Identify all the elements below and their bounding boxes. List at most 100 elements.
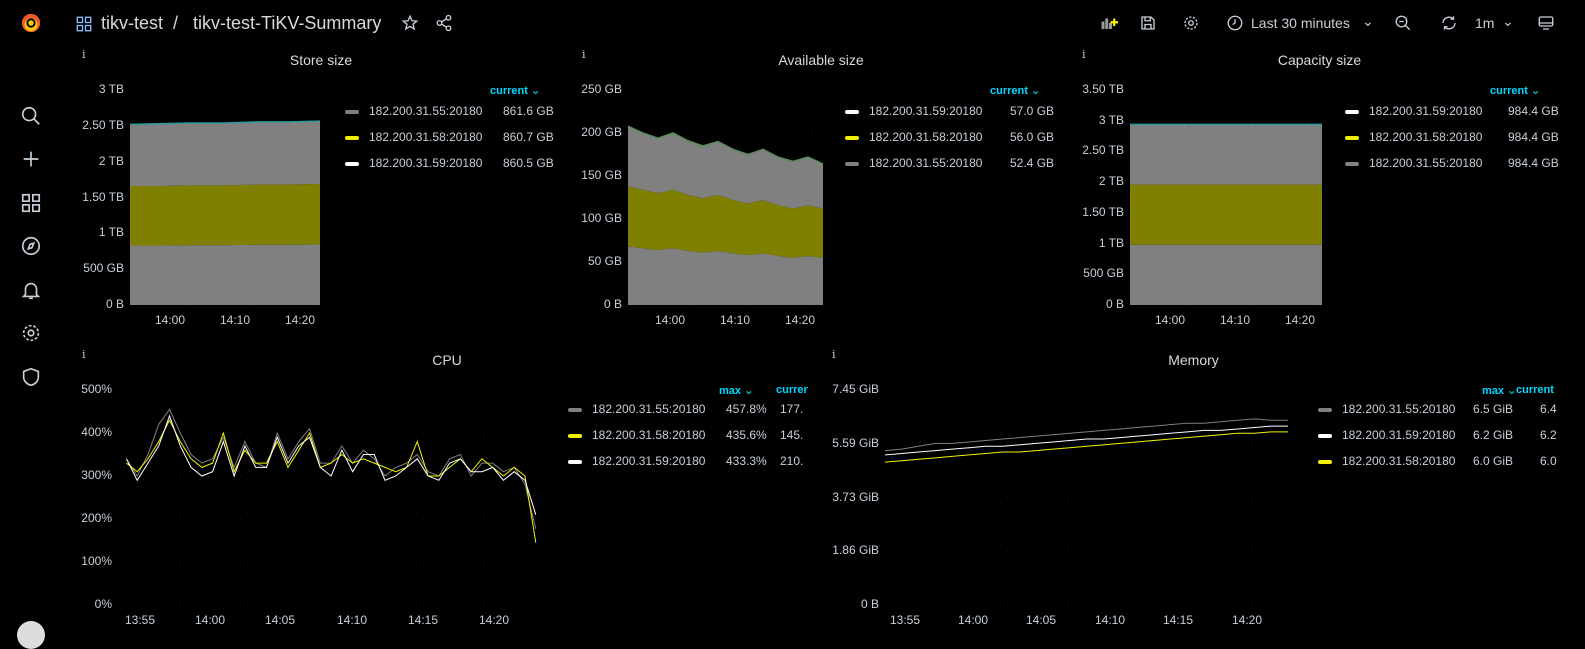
legend-header-current[interactable]: current	[776, 384, 808, 396]
legend-sort-header[interactable]: current ⌄	[490, 84, 540, 97]
chevron-down-icon[interactable]: ⌄	[1362, 13, 1374, 30]
legend-series-name: 182.200.31.55:20180	[1369, 156, 1483, 170]
panel-title[interactable]: Capacity size	[1072, 52, 1567, 68]
line-series	[884, 431, 1289, 463]
breadcrumb-separator: /	[173, 13, 179, 33]
add-panel-icon[interactable]	[1100, 14, 1120, 34]
refresh-interval-picker[interactable]: 1m	[1475, 15, 1494, 31]
share-icon[interactable]	[435, 14, 455, 34]
panel-title[interactable]: Store size	[72, 52, 570, 68]
cpu-chart[interactable]	[118, 390, 540, 606]
gear-icon[interactable]	[18, 320, 44, 346]
zoom-out-icon[interactable]	[1394, 14, 1414, 34]
legend-item[interactable]: 182.200.31.58:20180	[345, 130, 482, 144]
legend-current-value: 6.4	[1540, 402, 1557, 416]
y-tick-label: 1.86 GiB	[832, 543, 879, 558]
x-tick-label: 14:05	[1025, 613, 1057, 627]
y-tick-label: 3.50 TB	[1082, 82, 1124, 96]
legend-series-name: 182.200.31.55:20180	[869, 156, 983, 170]
chevron-down-icon[interactable]: ⌄	[741, 385, 753, 397]
info-icon[interactable]: i	[832, 348, 836, 361]
x-tick-label: 13:55	[124, 613, 156, 627]
legend-value: 57.0 GB	[1010, 104, 1055, 118]
explore-icon[interactable]	[18, 233, 44, 259]
plus-icon[interactable]	[18, 146, 44, 172]
y-tick-label: 500%	[81, 382, 112, 396]
x-tick-label: 14:10	[336, 613, 368, 627]
dashboards-icon[interactable]	[18, 190, 44, 216]
page-title[interactable]: tikv-test-TiKV-Summary	[193, 13, 381, 34]
legend-header-current[interactable]: current	[1516, 384, 1560, 396]
legend-sort-header[interactable]: max ⌄	[719, 384, 753, 397]
time-range-picker[interactable]: Last 30 minutes	[1251, 15, 1350, 31]
legend-item[interactable]: 182.200.31.55:20180	[345, 104, 482, 118]
legend-item[interactable]: 182.200.31.59:20180	[568, 454, 705, 468]
legend-item[interactable]: 182.200.31.55:20180	[845, 156, 982, 170]
legend-swatch	[345, 109, 359, 114]
y-tick-label: 200 GB	[581, 125, 622, 139]
store-chart[interactable]	[129, 90, 321, 306]
x-tick-label: 14:00	[957, 613, 989, 627]
search-icon[interactable]	[18, 103, 44, 129]
mem-chart[interactable]	[884, 390, 1295, 606]
panel-title[interactable]: Available size	[572, 52, 1070, 68]
grafana-logo[interactable]	[18, 10, 44, 36]
legend-series-name: 182.200.31.59:20180	[592, 454, 706, 468]
legend-swatch	[1318, 459, 1332, 464]
chevron-down-icon[interactable]: ⌄	[1028, 85, 1040, 97]
legend-sort-header[interactable]: max ⌄	[1482, 384, 1516, 397]
info-icon[interactable]: i	[82, 348, 86, 361]
legend-sort-header[interactable]: current ⌄	[1490, 84, 1540, 97]
info-icon[interactable]: i	[582, 48, 586, 61]
legend-item[interactable]: 182.200.31.55:20180	[568, 402, 705, 416]
legend-item[interactable]: 182.200.31.58:20180	[845, 130, 982, 144]
legend-value: 861.6 GB	[503, 104, 554, 118]
legend-item[interactable]: 182.200.31.59:20180	[1318, 428, 1455, 442]
legend-item[interactable]: 182.200.31.59:20180	[345, 156, 482, 170]
chevron-down-icon[interactable]: ⌄	[1502, 13, 1514, 30]
legend-value: 984.4 GB	[1508, 104, 1559, 118]
info-icon[interactable]: i	[1082, 48, 1086, 61]
chevron-down-icon[interactable]: ⌄	[528, 85, 540, 97]
y-tick-label: 500 GB	[1083, 266, 1124, 281]
sidebar	[0, 0, 60, 649]
panel-title[interactable]: Memory	[822, 352, 1565, 368]
save-icon[interactable]	[1139, 14, 1159, 34]
chevron-down-icon[interactable]: ⌄	[1528, 85, 1540, 97]
settings-icon[interactable]	[1182, 14, 1202, 34]
y-tick-label: 1 TB	[1098, 235, 1124, 250]
legend-current-value: 6.2	[1540, 428, 1557, 442]
legend-item[interactable]: 182.200.31.58:20180	[1318, 454, 1455, 468]
legend-item[interactable]: 182.200.31.58:20180	[568, 428, 705, 442]
y-tick-label: 100 GB	[581, 211, 622, 225]
breadcrumb-folder[interactable]: tikv-test	[101, 13, 163, 34]
legend-item[interactable]: 182.200.31.59:20180	[845, 104, 982, 118]
tv-mode-icon[interactable]	[1537, 14, 1557, 34]
x-tick-label: 14:20	[784, 313, 816, 327]
star-icon[interactable]	[401, 14, 421, 34]
y-tick-label: 1 TB	[98, 225, 124, 240]
legend-series-name: 182.200.31.55:20180	[592, 402, 706, 416]
legend-current-value: 210.	[780, 454, 804, 468]
legend-swatch	[345, 135, 359, 140]
y-tick-label: 0 B	[860, 597, 879, 611]
refresh-icon[interactable]	[1440, 14, 1460, 34]
panel-title[interactable]: CPU	[72, 352, 822, 368]
legend-item[interactable]: 182.200.31.58:20180	[1345, 130, 1482, 144]
shield-icon[interactable]	[18, 364, 44, 390]
legend-swatch	[1318, 433, 1332, 438]
legend-value: 52.4 GB	[1010, 156, 1055, 170]
legend-value: 984.4 GB	[1508, 156, 1559, 170]
legend-item[interactable]: 182.200.31.59:20180	[1345, 104, 1482, 118]
legend-item[interactable]: 182.200.31.55:20180	[1318, 402, 1455, 416]
info-icon[interactable]: i	[82, 48, 86, 61]
legend-item[interactable]: 182.200.31.55:20180	[1345, 156, 1482, 170]
avail-chart[interactable]	[627, 90, 824, 306]
alert-bell-icon[interactable]	[18, 277, 44, 303]
x-tick-label: 14:20	[1231, 613, 1263, 627]
legend-series-name: 182.200.31.58:20180	[369, 130, 483, 144]
chevron-down-icon[interactable]: ⌄	[1504, 385, 1516, 397]
cap-chart[interactable]	[1130, 90, 1322, 306]
legend-sort-header[interactable]: current ⌄	[990, 84, 1040, 97]
avatar[interactable]	[17, 621, 45, 649]
